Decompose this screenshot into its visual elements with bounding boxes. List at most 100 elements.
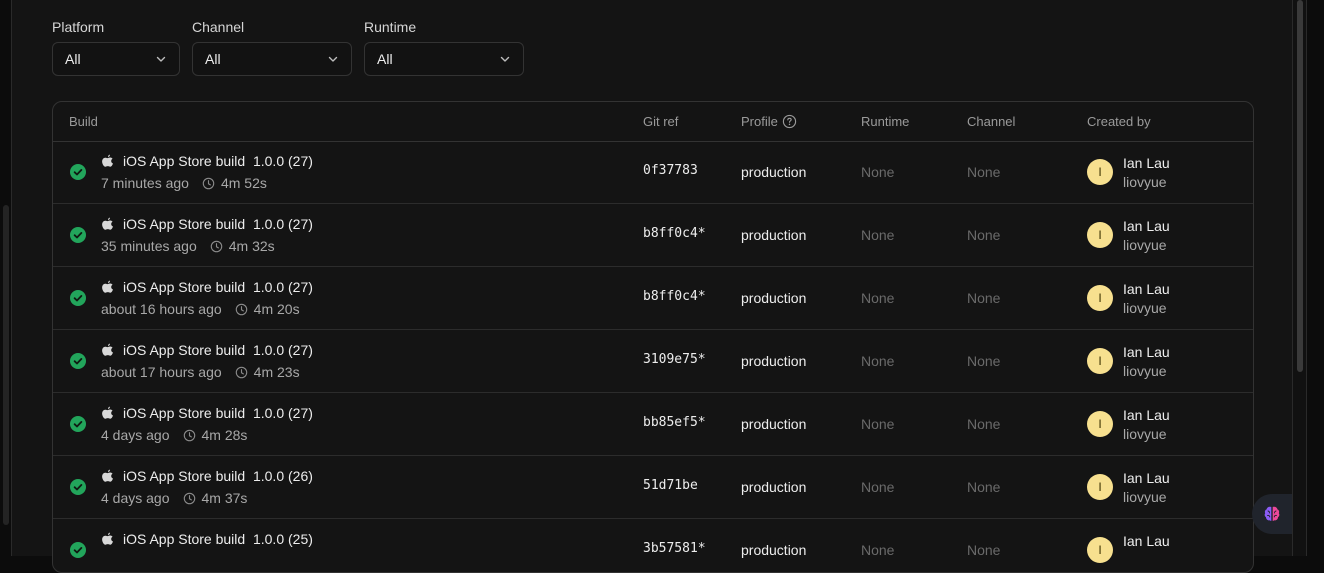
table-row[interactable]: iOS App Store build 1.0.0 (27) 7 minutes … bbox=[53, 141, 1253, 204]
avatar: I bbox=[1087, 348, 1113, 374]
runtime-filter-label: Runtime bbox=[364, 19, 417, 35]
table-row[interactable]: iOS App Store build 1.0.0 (25) 3b57581* pr… bbox=[53, 519, 1253, 572]
table-header: Build Git ref Profile Runtime Channel Cr… bbox=[53, 102, 1253, 142]
help-circle-icon[interactable] bbox=[782, 114, 797, 129]
clock-icon bbox=[183, 492, 195, 504]
page-scrollbar-thumb[interactable] bbox=[1297, 0, 1303, 372]
channel-filter: Channel All bbox=[192, 18, 352, 76]
git-ref[interactable]: 0f37783 bbox=[643, 163, 698, 178]
build-channel: None bbox=[967, 164, 1001, 180]
success-check-icon bbox=[70, 164, 86, 180]
right-panel-edge bbox=[1306, 0, 1324, 556]
success-check-icon bbox=[70, 416, 86, 432]
creator-handle: liovyue bbox=[1123, 174, 1167, 190]
chevron-down-icon bbox=[328, 56, 338, 62]
platform-filter: Platform All bbox=[52, 18, 180, 76]
build-meta: 4 days ago 4m 37s bbox=[101, 490, 247, 506]
build-title[interactable]: iOS App Store build 1.0.0 (27) bbox=[123, 216, 313, 232]
build-profile: production bbox=[741, 416, 807, 432]
creator-handle: liovyue bbox=[1123, 489, 1167, 505]
table-row[interactable]: iOS App Store build 1.0.0 (27) about 16 h… bbox=[53, 267, 1253, 330]
build-time: about 16 hours ago bbox=[101, 301, 222, 317]
creator-name: Ian Lau bbox=[1123, 407, 1170, 423]
left-panel-edge bbox=[0, 0, 12, 556]
page-scrollbar[interactable] bbox=[1292, 0, 1307, 556]
assistant-button[interactable] bbox=[1252, 494, 1292, 534]
build-title[interactable]: iOS App Store build 1.0.0 (27) bbox=[123, 279, 313, 295]
build-duration: 4m 37s bbox=[201, 490, 248, 506]
git-ref[interactable]: b8ff0c4* bbox=[643, 226, 706, 241]
build-time: 7 minutes ago bbox=[101, 175, 189, 191]
git-ref[interactable]: 51d71be bbox=[643, 478, 698, 493]
success-check-icon bbox=[70, 479, 86, 495]
chevron-down-icon bbox=[500, 56, 510, 62]
build-time: 35 minutes ago bbox=[101, 238, 197, 254]
build-channel: None bbox=[967, 227, 1001, 243]
left-scrollbar-thumb[interactable] bbox=[3, 205, 9, 525]
creator-name: Ian Lau bbox=[1123, 281, 1170, 297]
build-meta: 35 minutes ago 4m 32s bbox=[101, 238, 275, 254]
build-profile: production bbox=[741, 353, 807, 369]
build-duration: 4m 32s bbox=[228, 238, 275, 254]
build-runtime: None bbox=[861, 227, 895, 243]
apple-icon bbox=[102, 217, 113, 230]
build-title[interactable]: iOS App Store build 1.0.0 (27) bbox=[123, 405, 313, 421]
build-meta: about 16 hours ago 4m 20s bbox=[101, 301, 300, 317]
header-build: Build bbox=[69, 114, 98, 129]
runtime-select-value: All bbox=[377, 51, 393, 67]
header-runtime: Runtime bbox=[861, 114, 910, 129]
table-row[interactable]: iOS App Store build 1.0.0 (27) 35 minutes… bbox=[53, 204, 1253, 267]
table-row[interactable]: iOS App Store build 1.0.0 (27) 4 days ago… bbox=[53, 393, 1253, 456]
platform-select-value: All bbox=[65, 51, 81, 67]
build-duration: 4m 23s bbox=[253, 364, 300, 380]
clock-icon bbox=[183, 429, 195, 441]
creator-handle: liovyue bbox=[1123, 363, 1167, 379]
header-git-ref: Git ref bbox=[643, 114, 679, 129]
build-channel: None bbox=[967, 290, 1001, 306]
build-runtime: None bbox=[861, 416, 895, 432]
clock-icon bbox=[235, 366, 247, 378]
success-check-icon bbox=[70, 290, 86, 306]
apple-icon bbox=[102, 280, 113, 293]
channel-select[interactable]: All bbox=[192, 42, 352, 76]
platform-select[interactable]: All bbox=[52, 42, 180, 76]
build-duration: 4m 20s bbox=[253, 301, 300, 317]
runtime-select[interactable]: All bbox=[364, 42, 524, 76]
creator-name: Ian Lau bbox=[1123, 218, 1170, 234]
build-runtime: None bbox=[861, 479, 895, 495]
apple-icon bbox=[102, 154, 113, 167]
channel-select-value: All bbox=[205, 51, 221, 67]
build-title[interactable]: iOS App Store build 1.0.0 (26) bbox=[123, 468, 313, 484]
git-ref[interactable]: bb85ef5* bbox=[643, 415, 706, 430]
git-ref[interactable]: 3b57581* bbox=[643, 541, 706, 556]
build-time: 4 days ago bbox=[101, 490, 170, 506]
git-ref[interactable]: b8ff0c4* bbox=[643, 289, 706, 304]
creator-handle: liovyue bbox=[1123, 426, 1167, 442]
creator-handle: liovyue bbox=[1123, 300, 1167, 316]
build-title[interactable]: iOS App Store build 1.0.0 (27) bbox=[123, 153, 313, 169]
avatar: I bbox=[1087, 285, 1113, 311]
avatar: I bbox=[1087, 222, 1113, 248]
build-title[interactable]: iOS App Store build 1.0.0 (25) bbox=[123, 531, 313, 547]
table-row[interactable]: iOS App Store build 1.0.0 (26) 4 days ago… bbox=[53, 456, 1253, 519]
clock-icon bbox=[202, 177, 215, 189]
apple-icon bbox=[102, 343, 113, 356]
build-profile: production bbox=[741, 227, 807, 243]
platform-filter-label: Platform bbox=[52, 19, 105, 35]
build-meta: about 17 hours ago 4m 23s bbox=[101, 364, 300, 380]
git-ref[interactable]: 3109e75* bbox=[643, 352, 706, 367]
header-profile-label: Profile bbox=[741, 114, 778, 129]
build-meta: 7 minutes ago 4m 52s bbox=[101, 175, 267, 191]
creator-handle: liovyue bbox=[1123, 237, 1167, 253]
creator-name: Ian Lau bbox=[1123, 470, 1170, 486]
table-row[interactable]: iOS App Store build 1.0.0 (27) about 17 h… bbox=[53, 330, 1253, 393]
build-time: 4 days ago bbox=[101, 427, 170, 443]
avatar: I bbox=[1087, 537, 1113, 563]
build-channel: None bbox=[967, 416, 1001, 432]
creator-name: Ian Lau bbox=[1123, 533, 1170, 549]
build-runtime: None bbox=[861, 353, 895, 369]
runtime-filter: Runtime All bbox=[364, 18, 524, 76]
success-check-icon bbox=[70, 353, 86, 369]
build-runtime: None bbox=[861, 290, 895, 306]
build-title[interactable]: iOS App Store build 1.0.0 (27) bbox=[123, 342, 313, 358]
